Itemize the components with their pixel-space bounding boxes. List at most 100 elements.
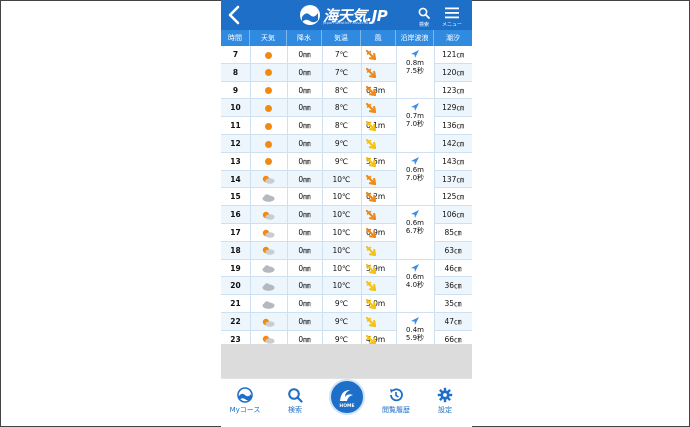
wave-period: 7.5秒 xyxy=(405,67,425,75)
header-wind: 風 xyxy=(361,30,396,46)
wave-direction-icon xyxy=(411,50,419,58)
tide-cell: 85㎝ xyxy=(444,228,462,237)
column-divider xyxy=(434,46,435,349)
nav-home-button[interactable]: HOME xyxy=(329,379,365,415)
logo-wave-icon xyxy=(300,5,320,25)
weather-cell xyxy=(250,46,287,64)
sunny-icon xyxy=(265,87,272,95)
history-icon xyxy=(390,388,403,402)
precipitation-cell: 0㎜ xyxy=(298,263,311,273)
wind-cell: 5.0m xyxy=(361,277,396,308)
wind-direction-icon xyxy=(366,299,376,310)
header-temperature: 気温 xyxy=(322,30,361,46)
temperature-cell: 10℃ xyxy=(332,263,351,273)
wave-cell: 0.6m 4.0秒 xyxy=(396,259,434,313)
wave-period: 6.7秒 xyxy=(405,227,425,236)
wind-direction-icon xyxy=(366,174,376,185)
weather-cell xyxy=(250,260,287,278)
time-cell: 13 xyxy=(230,156,241,166)
wind-direction-icon xyxy=(366,228,376,238)
temperature-cell: 9℃ xyxy=(334,317,349,326)
header-precipitation: 降水 xyxy=(287,30,322,46)
weather-cell xyxy=(250,64,287,82)
menu-label: メニュー xyxy=(441,22,462,28)
wind-direction-icon xyxy=(366,192,376,203)
precipitation-cell: 0㎜ xyxy=(298,67,311,77)
partly-cloudy-icon xyxy=(262,211,275,220)
temperature-cell: 9℃ xyxy=(334,139,349,148)
temperature-cell: 7℃ xyxy=(334,67,349,77)
weather-cell xyxy=(250,153,287,171)
tide-cell: 63㎝ xyxy=(444,245,462,255)
wave-direction-icon xyxy=(411,263,419,272)
wind-cell: 6.4m xyxy=(361,224,396,255)
wave-height: 0.8m xyxy=(406,59,424,67)
wind-direction-icon xyxy=(366,103,376,114)
time-cell: 21 xyxy=(230,299,241,309)
precipitation-cell: 0㎜ xyxy=(298,174,311,184)
sunny-icon xyxy=(265,51,272,59)
time-cell: 15 xyxy=(230,192,241,202)
mycourse-icon xyxy=(237,387,253,403)
partly-cloudy-icon xyxy=(262,229,275,238)
nav-settings-label: 設定 xyxy=(438,406,452,414)
temperature-cell: 10℃ xyxy=(332,245,351,255)
temperature-cell: 8℃ xyxy=(334,85,349,95)
table-header-row: 時間 天気 降水 気温 風 沿岸波浪 潮汐 xyxy=(221,30,472,46)
temperature-cell: 10℃ xyxy=(332,228,351,237)
precipitation-cell: 0㎜ xyxy=(298,281,311,291)
partly-cloudy-icon xyxy=(262,247,275,256)
precipitation-cell: 0㎜ xyxy=(298,85,311,95)
wave-period: 7.0秒 xyxy=(405,173,425,182)
time-cell: 17 xyxy=(230,228,241,237)
wind-direction-icon xyxy=(366,317,376,327)
temperature-cell: 10℃ xyxy=(332,192,351,202)
wind-cell: 6.5m xyxy=(361,46,396,77)
weather-cell xyxy=(250,313,287,331)
tide-cell: 142㎝ xyxy=(442,139,464,148)
column-divider xyxy=(361,46,362,349)
tide-cell: 123㎝ xyxy=(442,85,464,95)
tide-cell: 47㎝ xyxy=(444,317,462,326)
tide-cell: 121㎝ xyxy=(442,50,464,59)
search-icon xyxy=(288,388,303,403)
nav-search[interactable]: 検索 xyxy=(273,387,317,415)
nav-search-label: 検索 xyxy=(288,406,302,414)
cloudy-icon xyxy=(262,300,275,309)
time-cell: 19 xyxy=(230,263,241,273)
wave-direction-icon xyxy=(411,103,419,112)
nav-history[interactable]: 閲覧履歴 xyxy=(374,387,418,415)
weather-cell xyxy=(250,224,287,242)
partly-cloudy-icon xyxy=(262,336,275,345)
wind-cell: 6.3m xyxy=(361,82,396,112)
wave-height: 0.6m xyxy=(406,272,424,281)
precipitation-cell: 0㎜ xyxy=(298,121,311,131)
sunny-icon xyxy=(265,69,272,77)
time-cell: 9 xyxy=(232,85,239,95)
back-arrow-icon[interactable] xyxy=(225,4,245,26)
wave-height: 0.6m xyxy=(406,219,424,228)
header-weather: 天気 xyxy=(250,30,287,46)
app-logo[interactable]: 海天気.JP Japan Weather Association xyxy=(299,3,399,27)
wind-direction-icon xyxy=(366,85,376,96)
temperature-cell: 10℃ xyxy=(332,210,351,220)
precipitation-cell: 0㎜ xyxy=(298,103,311,113)
wind-cell: 5.5m xyxy=(361,153,396,184)
header-menu-button[interactable]: メニュー xyxy=(441,4,463,28)
wind-direction-icon xyxy=(366,50,376,60)
wind-cell: 6.8m xyxy=(361,188,396,219)
wave-height: 0.4m xyxy=(406,326,424,334)
time-cell: 18 xyxy=(230,245,241,255)
wave-cell: 0.7m 7.0秒 xyxy=(396,99,434,153)
tide-cell: 120㎝ xyxy=(442,67,464,77)
sunny-icon xyxy=(265,104,272,112)
weather-cell xyxy=(250,171,287,189)
nav-mycourse[interactable]: Myコース xyxy=(223,387,267,415)
nav-settings[interactable]: 設定 xyxy=(423,387,467,415)
precipitation-cell: 0㎜ xyxy=(298,228,311,237)
header-search-button[interactable]: 検索 xyxy=(413,4,435,28)
wind-cell: 6.2m xyxy=(361,171,396,201)
sunny-icon xyxy=(265,122,272,130)
tide-cell: 136㎝ xyxy=(442,121,464,131)
weather-cell xyxy=(250,277,287,295)
